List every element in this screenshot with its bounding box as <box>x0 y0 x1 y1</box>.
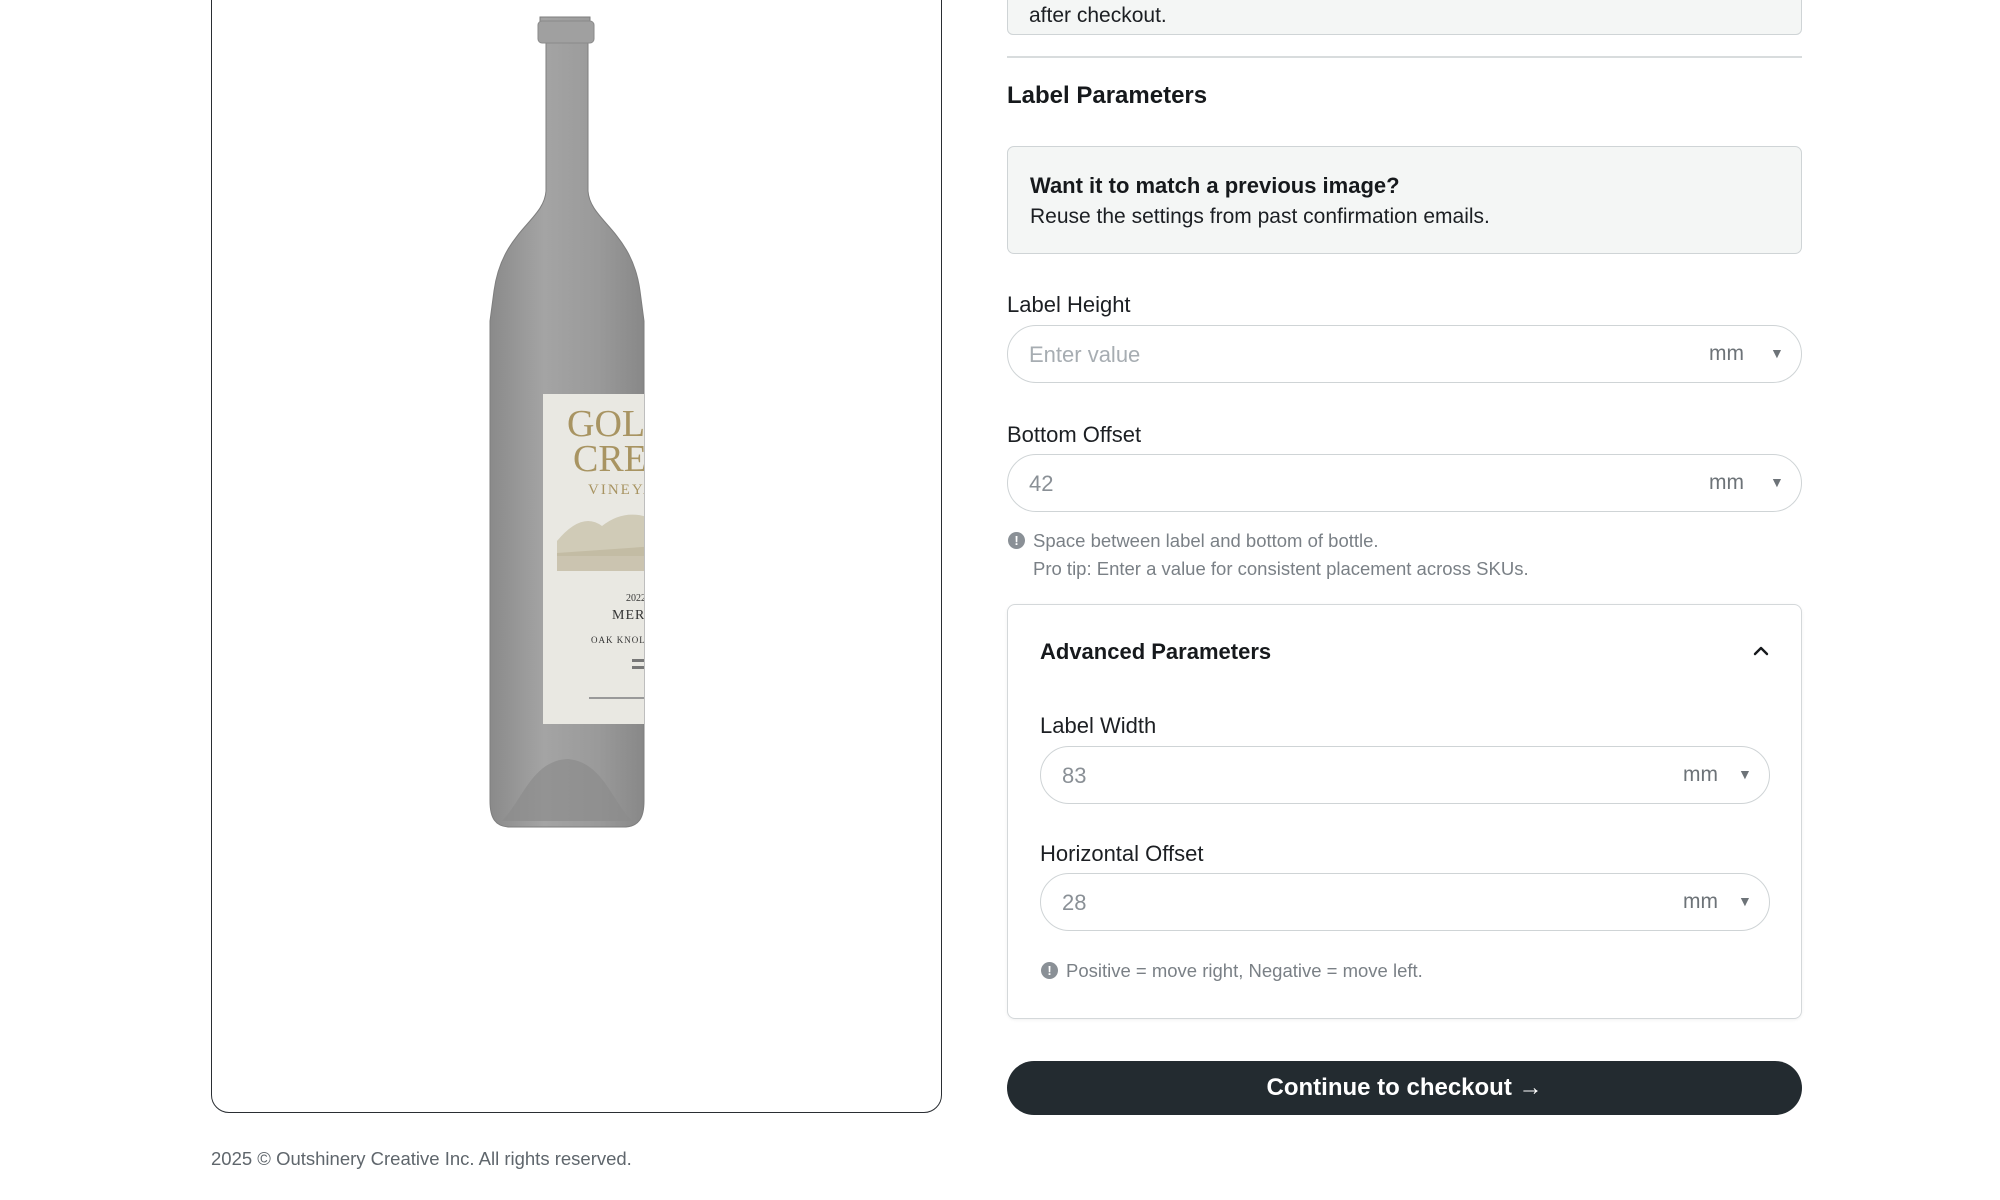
tip-title: Want it to match a previous image? <box>1030 173 1400 198</box>
checkout-notice-text: after checkout. <box>1029 4 1167 27</box>
chevron-down-icon[interactable]: ▼ <box>1738 893 1752 909</box>
continue-to-checkout-button[interactable]: Continue to checkout → <box>1007 1061 1802 1115</box>
label-height-unit-select[interactable]: mm <box>1709 342 1744 366</box>
chevron-up-icon[interactable] <box>1751 641 1771 661</box>
bottom-offset-input[interactable]: 42 mm ▼ <box>1007 454 1802 512</box>
bottle-label-line2: CREST <box>573 438 691 480</box>
label-width-value: 83 <box>1062 763 1087 788</box>
tip-text: Reuse the settings from past confirmatio… <box>1030 205 1490 228</box>
horizontal-offset-value: 28 <box>1062 890 1087 915</box>
bottom-offset-label: Bottom Offset <box>1007 422 1142 447</box>
footer-copyright: 2025 © Outshinery Creative Inc. All righ… <box>211 1148 632 1169</box>
bottle-label-sub: OAK KNOLL DISTRI <box>591 635 690 645</box>
chevron-down-icon[interactable]: ▼ <box>1738 766 1752 782</box>
section-divider <box>1007 56 1802 58</box>
horizontal-offset-unit-select[interactable]: mm <box>1683 890 1718 914</box>
label-width-label: Label Width <box>1040 713 1157 738</box>
label-width-unit-select[interactable]: mm <box>1683 763 1718 787</box>
horizontal-offset-input[interactable]: 28 mm ▼ <box>1040 873 1770 931</box>
bottle-label-year: 2022 <box>626 593 646 604</box>
chevron-down-icon[interactable]: ▼ <box>1770 345 1784 361</box>
bottom-offset-unit-select[interactable]: mm <box>1709 471 1744 495</box>
bottom-offset-hint-2: Pro tip: Enter a value for consistent pl… <box>1033 558 1529 579</box>
section-title: Label Parameters <box>1007 82 1208 109</box>
bottle-preview-panel: GOLDE CREST VINEYARD 2022 MERLOT OAK KNO… <box>211 0 942 1113</box>
advanced-parameters-title[interactable]: Advanced Parameters <box>1040 639 1271 665</box>
horizontal-offset-label: Horizontal Offset <box>1040 841 1204 866</box>
chevron-down-icon[interactable]: ▼ <box>1770 474 1784 490</box>
label-width-input[interactable]: 83 mm ▼ <box>1040 746 1770 804</box>
reuse-settings-tip[interactable]: Want it to match a previous image? Reuse… <box>1007 146 1802 254</box>
label-height-placeholder: Enter value <box>1029 342 1141 367</box>
bottle-label-varietal: MERLOT <box>612 608 676 623</box>
label-height-label: Label Height <box>1007 292 1131 317</box>
info-icon: ! <box>1041 962 1058 979</box>
label-height-input[interactable]: Enter value mm ▼ <box>1007 325 1802 383</box>
info-icon: ! <box>1008 532 1025 549</box>
advanced-parameters-panel: Advanced Parameters Label Width 83 mm ▼ … <box>1007 604 1802 1019</box>
bottle-label-line3: VINEYARD <box>588 482 681 498</box>
bottom-offset-value: 42 <box>1029 471 1054 496</box>
horizontal-offset-hint: Positive = move right, Negative = move l… <box>1066 960 1423 981</box>
checkout-notice: after checkout. <box>1007 0 1802 35</box>
bottle-image: GOLDE CREST VINEYARD 2022 MERLOT OAK KNO… <box>489 16 691 828</box>
bottom-offset-hint-1: Space between label and bottom of bottle… <box>1033 530 1379 551</box>
